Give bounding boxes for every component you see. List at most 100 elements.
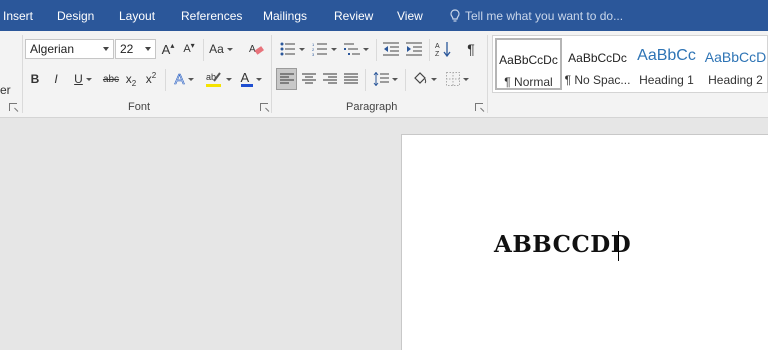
align-left-icon [279,73,294,84]
shrink-font-icon: A [183,43,191,55]
chevron-down-icon [462,77,469,81]
grow-font-button[interactable]: A ▴ [159,39,177,59]
align-right-button[interactable] [320,69,340,89]
highlight-color-button[interactable]: ab [203,69,233,89]
tab-view[interactable]: View [397,9,423,23]
bullets-button[interactable] [277,39,307,59]
font-name-dropdown[interactable]: Algerian [25,39,114,59]
text-cursor [618,231,619,261]
paint-bucket-icon [413,72,426,84]
borders-button[interactable] [442,69,472,89]
mini-separator [376,39,377,61]
change-case-button[interactable]: Aa [207,39,235,59]
line-spacing-icon [373,72,389,86]
increase-indent-button[interactable] [404,39,424,59]
group-separator [271,35,272,113]
increase-indent-icon [406,42,422,56]
document-text[interactable]: ABBCCDD [494,231,631,258]
up-arrow-icon: ▴ [170,41,175,50]
style-no-spacing[interactable]: AaBbCcDc ¶ No Spac... [564,38,631,90]
svg-text:A: A [435,43,440,50]
pilcrow-icon: ¶ [467,41,475,57]
clear-formatting-button[interactable]: A [246,39,266,59]
svg-text:A: A [249,44,256,55]
align-left-button[interactable] [276,68,297,90]
tab-insert[interactable]: Insert [3,9,33,23]
strikethrough-button[interactable]: abc [101,69,121,89]
multilevel-list-icon [343,43,360,55]
grow-font-icon: A [161,41,171,57]
svg-text:3: 3 [312,52,315,56]
chevron-down-icon [103,47,109,51]
chevron-down-icon [255,77,262,81]
bold-button[interactable]: B [27,69,43,89]
clipboard-dialog-launcher-icon[interactable] [9,103,18,112]
chevron-down-icon [330,47,337,51]
style-heading-2[interactable]: AaBbCcD Heading 2 [702,38,768,90]
mini-separator [203,39,204,61]
numbering-button[interactable]: 123 [309,39,339,59]
document-page[interactable]: ABBCCDD [401,134,768,350]
decrease-indent-icon [383,42,399,56]
font-dialog-launcher-icon[interactable] [260,103,269,112]
ribbon-tab-bar: Insert Design Layout References Mailings… [0,0,768,31]
multilevel-list-button[interactable] [341,39,371,59]
chevron-down-icon [430,77,437,81]
mini-separator [405,69,406,91]
tell-me-search[interactable]: Tell me what you want to do... [450,8,623,24]
underline-button[interactable]: U [69,69,97,89]
superscript-button[interactable]: x2 [143,69,159,89]
chevron-down-icon [187,77,194,81]
style-sample: AaBbCcD [704,49,767,65]
shading-button[interactable] [409,69,439,89]
style-normal[interactable]: AaBbCcDc ¶ Normal [495,38,562,90]
tab-mailings[interactable]: Mailings [263,9,307,23]
tab-references[interactable]: References [181,9,242,23]
clipboard-label-fragment: er [0,83,11,97]
chevron-down-icon [298,47,305,51]
show-formatting-marks-button[interactable]: ¶ [461,39,481,59]
down-arrow-icon: ▾ [190,41,195,50]
mini-separator [429,39,430,61]
chevron-down-icon [85,77,92,81]
font-size-dropdown[interactable]: 22 [115,39,156,59]
line-spacing-button[interactable] [370,69,400,89]
paragraph-group-label: Paragraph [346,101,398,113]
borders-icon [445,72,460,86]
style-name: Heading 1 [639,73,694,87]
strikethrough-icon: abc [102,73,120,85]
align-right-icon [323,73,337,84]
highlighter-icon: ab [205,72,221,87]
subscript-button[interactable]: x2 [123,69,139,89]
font-group-label: Font [128,101,151,113]
align-center-button[interactable] [299,69,319,89]
tab-layout[interactable]: Layout [119,9,155,23]
chevron-down-icon [145,47,151,51]
font-color-button[interactable]: A [237,69,265,89]
sort-button[interactable]: AZ [433,39,453,59]
chevron-down-icon [226,47,233,51]
change-case-icon: Aa [209,42,224,56]
justify-button[interactable] [341,69,361,89]
tab-review[interactable]: Review [334,9,373,23]
style-sample: AaBbCcDc [568,51,627,65]
group-separator [487,35,488,113]
shrink-font-button[interactable]: A ▾ [180,39,198,59]
ribbon: er Algerian 22 A ▴ A ▾ Aa A B I U abc x2 x… [0,31,768,118]
paragraph-dialog-launcher-icon[interactable] [475,103,484,112]
decrease-indent-button[interactable] [381,39,401,59]
mini-separator [165,69,166,91]
numbered-list-icon: 123 [312,42,327,56]
font-size-value: 22 [120,42,134,56]
text-effects-button[interactable]: A [170,69,198,89]
style-heading-1[interactable]: AaBbCc Heading 1 [633,38,700,90]
justify-icon [344,73,358,84]
italic-button[interactable]: I [48,69,64,89]
sort-az-icon: AZ [435,42,451,57]
lightbulb-icon [450,9,460,22]
eraser-icon: A [249,44,264,55]
font-color-letter: A [240,70,250,85]
tab-design[interactable]: Design [57,9,94,23]
subscript-two-icon: 2 [131,78,137,88]
italic-icon: I [54,72,58,86]
